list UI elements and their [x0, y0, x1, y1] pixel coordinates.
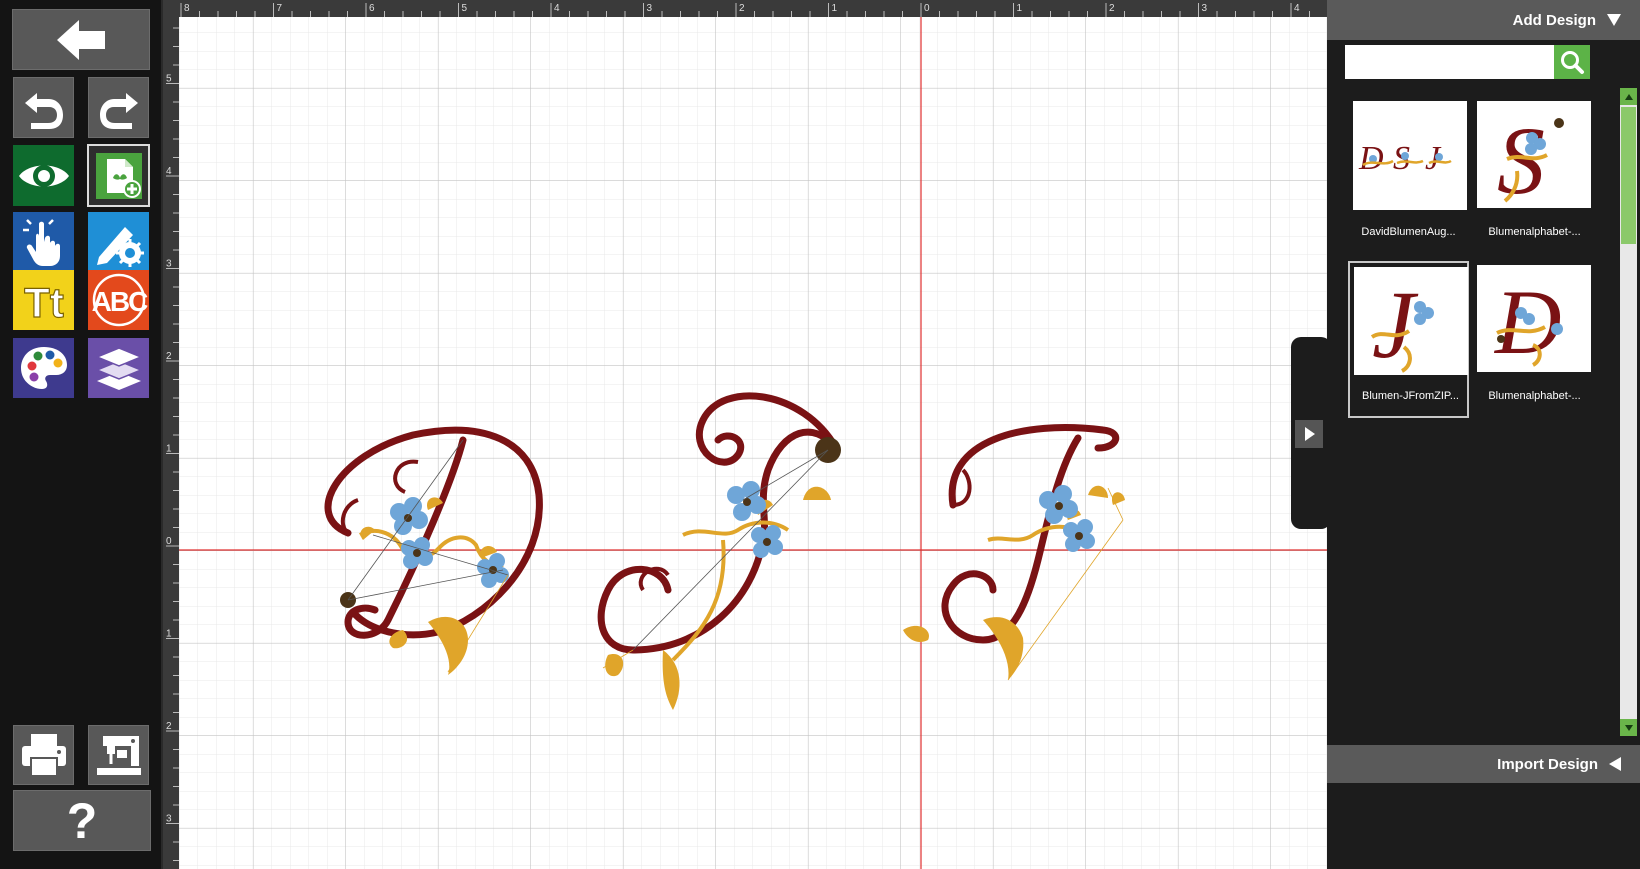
thumbnail-image: J	[1370, 271, 1434, 378]
top-ruler-label: 4	[1294, 3, 1300, 14]
canvas-grid: 8 7 6 5 4 3 2 1 0 1 2 3 4 5 4 3 2 1 0 1 2 3	[163, 0, 1327, 869]
text-button-label: Tt	[24, 279, 64, 326]
undo-button[interactable]	[13, 77, 74, 138]
collapse-tab[interactable]	[1291, 337, 1327, 529]
thumbnail-image: D S J	[1358, 140, 1452, 177]
print-button[interactable]	[13, 725, 74, 785]
triangle-left-icon	[1609, 757, 1621, 771]
left-ruler-label: 5	[166, 74, 172, 85]
color-button[interactable]	[13, 338, 74, 398]
design-thumbnail-1-label: DavidBlumenAug...	[1361, 226, 1456, 238]
top-ruler-label: 2	[1109, 3, 1115, 14]
left-ruler-label: 4	[166, 166, 172, 177]
top-ruler-label: 8	[184, 3, 190, 14]
left-ruler-label: 3	[166, 814, 172, 825]
design-thumbnail-2-label: Blumenalphabet-...	[1488, 226, 1581, 238]
import-design-header[interactable]: Import Design	[1327, 745, 1640, 783]
top-ruler-label: 3	[1202, 3, 1208, 14]
scroll-down-button[interactable]	[1620, 719, 1637, 736]
palette-icon	[20, 347, 67, 389]
top-ruler-label: 2	[739, 3, 745, 14]
top-ruler-label: 1	[1017, 3, 1023, 14]
search-field[interactable]	[1349, 47, 1543, 79]
pencil-gear-icon	[96, 226, 144, 267]
redo-icon	[99, 92, 138, 129]
add-design-title: Add Design	[1512, 11, 1596, 29]
monogram-button-label: ABC	[91, 286, 147, 317]
design-thumbnail-4[interactable]: D	[1477, 265, 1591, 373]
question-icon: ?	[66, 792, 98, 849]
thumbnail-image: D	[1493, 271, 1563, 373]
left-ruler-label: 1	[166, 444, 172, 455]
chevron-down-icon	[1624, 724, 1633, 731]
search-icon	[1561, 51, 1584, 74]
select-button[interactable]	[13, 212, 74, 273]
layers-button[interactable]	[88, 338, 149, 398]
top-ruler-label: 5	[462, 3, 468, 14]
import-design-title: Import Design	[1497, 755, 1598, 773]
sew-button[interactable]	[88, 725, 149, 785]
layers-icon	[94, 347, 143, 390]
arrow-left-icon	[57, 19, 105, 60]
svg-text:J: J	[1372, 271, 1419, 375]
top-ruler-label: 4	[554, 3, 560, 14]
search-button[interactable]	[1554, 45, 1590, 79]
design-thumbnail-3-label: Blumen-JFromZIP...	[1362, 390, 1459, 402]
redo-button[interactable]	[88, 77, 149, 138]
top-ruler-label: 0	[924, 3, 930, 14]
left-ruler-label: 3	[166, 259, 172, 270]
preview-button[interactable]	[13, 145, 74, 206]
design-thumbnail-4-label: Blumenalphabet-...	[1488, 390, 1581, 402]
left-ruler-label: 2	[166, 351, 172, 362]
top-ruler-label: 1	[832, 3, 838, 14]
back-button[interactable]	[12, 9, 150, 70]
triangle-down-icon	[1607, 14, 1621, 26]
thumbnail-scrollbar[interactable]	[1620, 88, 1637, 736]
design-thumbnail-2[interactable]: S	[1477, 101, 1591, 214]
chevron-up-icon	[1624, 93, 1633, 100]
monogram-button[interactable]: ABC	[88, 270, 149, 330]
left-ruler-label: 1	[166, 629, 172, 640]
sewing-machine-icon	[96, 736, 141, 775]
top-ruler-label: 7	[277, 3, 283, 14]
edit-button[interactable]	[88, 212, 149, 273]
hand-pointer-icon	[22, 218, 60, 266]
top-ruler-label: 6	[369, 3, 375, 14]
printer-icon	[21, 734, 66, 777]
text-button[interactable]: Tt	[13, 270, 74, 330]
text-icon: Tt	[23, 278, 64, 326]
design-thumbnail-3-selected[interactable]: J Blumen-JFromZIP...	[1348, 261, 1469, 418]
design-canvas[interactable]: 8 7 6 5 4 3 2 1 0 1 2 3 4 5 4 3 2 1 0 1 2 3	[163, 0, 1327, 869]
help-button[interactable]: ?	[13, 790, 151, 851]
design-panel: Add Design D S J DavidBlumenAug... S	[1327, 0, 1640, 869]
design-thumbnail-1[interactable]: D S J	[1353, 101, 1467, 210]
design-thumbnail-3[interactable]: J	[1354, 267, 1468, 378]
scroll-up-button[interactable]	[1620, 88, 1637, 105]
scrollbar-thumb[interactable]	[1621, 107, 1636, 244]
add-design-button[interactable]	[87, 144, 150, 207]
top-ruler	[163, 0, 1327, 17]
add-design-icon	[95, 152, 142, 199]
search-input[interactable]	[1345, 45, 1558, 79]
eye-icon	[18, 164, 69, 187]
top-ruler-label: 3	[647, 3, 653, 14]
monogram-icon: ABC	[91, 273, 148, 327]
thumbnail-image: S	[1497, 107, 1564, 214]
undo-icon	[24, 92, 63, 129]
left-ruler-label: 2	[166, 721, 172, 732]
left-ruler-label: 0	[166, 536, 172, 547]
tool-sidebar: Tt ABC ?	[0, 0, 163, 869]
add-design-header[interactable]: Add Design	[1327, 0, 1640, 40]
